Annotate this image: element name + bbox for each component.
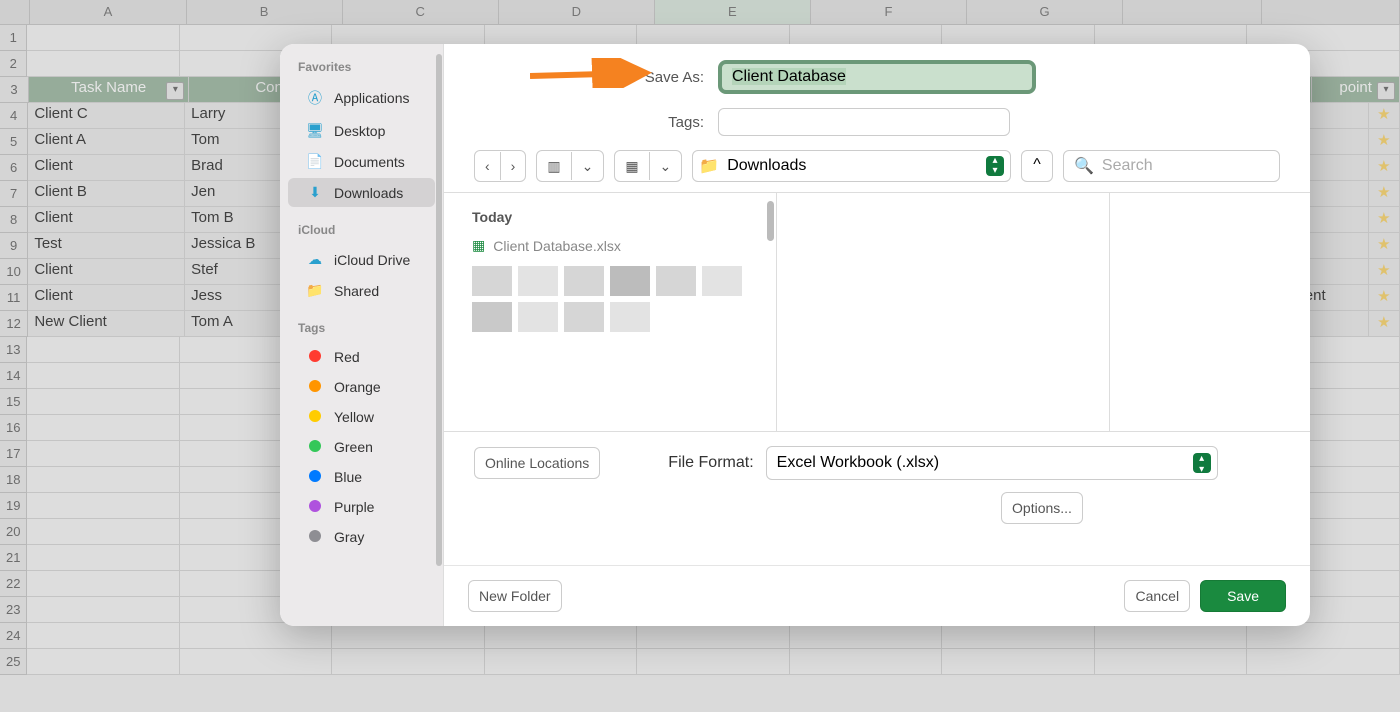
sidebar-item-purple[interactable]: Purple	[288, 493, 435, 521]
view-columns-button[interactable]: ▥ ⌄	[536, 150, 604, 182]
cancel-button[interactable]: Cancel	[1124, 580, 1190, 612]
file-format-select[interactable]: Excel Workbook (.xlsx) ▴▾	[766, 446, 1218, 480]
columns-icon: ▥	[537, 152, 570, 180]
collapse-button[interactable]: ^	[1021, 150, 1053, 182]
file-scrollbar[interactable]	[767, 201, 774, 241]
sidebar-item-label: Red	[334, 349, 360, 365]
file-detail-column	[1110, 193, 1310, 431]
options-button[interactable]: Options...	[1001, 492, 1083, 524]
sidebar-item-label: Downloads	[334, 185, 403, 201]
sidebar-item-label: iCloud Drive	[334, 252, 410, 268]
dialog-main: Save As: Client Database Tags: ‹ › ▥ ⌄ ▦…	[444, 44, 1310, 626]
tag-dot-icon	[309, 530, 321, 542]
sidebar-item-label: Gray	[334, 529, 364, 545]
tags-input[interactable]	[718, 108, 1010, 136]
file-name: Client Database.xlsx	[493, 238, 621, 254]
shared-icon: 📁	[306, 282, 324, 299]
sidebar-item-label: Documents	[334, 154, 405, 170]
tag-dot-icon	[309, 500, 321, 512]
cloud-icon: ☁	[306, 251, 324, 268]
nav-back-forward[interactable]: ‹ ›	[474, 150, 526, 182]
sidebar-group-favorites: Favorites	[280, 54, 443, 80]
file-item[interactable]: ▦ Client Database.xlsx	[460, 231, 760, 260]
tag-dot-icon	[309, 470, 321, 482]
sidebar-item-label: Desktop	[334, 123, 385, 139]
sidebar-item-applications[interactable]: Ⓐ Applications	[288, 82, 435, 114]
tag-dot-icon	[309, 350, 321, 362]
location-label: Downloads	[727, 157, 806, 175]
sidebar-item-green[interactable]: Green	[288, 433, 435, 461]
tag-dot-icon	[309, 410, 321, 422]
file-format-label: File Format:	[668, 454, 753, 472]
dialog-sidebar: Favorites Ⓐ Applications 🖥 Desktop 📄 Document…	[280, 44, 444, 626]
location-select[interactable]: 📁 Downloads ▴▾	[692, 150, 1011, 182]
sidebar-item-desktop[interactable]: 🖥 Desktop	[288, 116, 435, 145]
sidebar-item-label: Applications	[334, 90, 410, 106]
sidebar-item-blue[interactable]: Blue	[288, 463, 435, 491]
sidebar-item-shared[interactable]: 📁 Shared	[288, 276, 435, 305]
tag-dot-icon	[309, 440, 321, 452]
online-locations-button[interactable]: Online Locations	[474, 447, 600, 479]
dialog-toolbar: ‹ › ▥ ⌄ ▦ ⌄ 📁 Downloads ▴▾ ^ 🔍 Search	[474, 150, 1280, 182]
doc-icon: 📄	[306, 153, 324, 170]
sidebar-item-red[interactable]: Red	[288, 343, 435, 371]
sidebar-item-yellow[interactable]: Yellow	[288, 403, 435, 431]
sidebar-group-tags: Tags	[280, 315, 443, 341]
save-as-label: Save As:	[474, 69, 704, 86]
tags-label: Tags:	[474, 114, 704, 131]
sidebar-item-documents[interactable]: 📄 Documents	[288, 147, 435, 176]
updown-icon: ▴▾	[986, 156, 1004, 176]
new-folder-button[interactable]: New Folder	[468, 580, 562, 612]
save-as-input[interactable]: Client Database	[718, 60, 1036, 94]
xlsx-icon: ▦	[472, 237, 485, 254]
sidebar-item-label: Blue	[334, 469, 362, 485]
sidebar-item-label: Yellow	[334, 409, 374, 425]
updown-icon: ▴▾	[1193, 453, 1211, 473]
sidebar-item-icloud-drive[interactable]: ☁ iCloud Drive	[288, 245, 435, 274]
save-dialog: Favorites Ⓐ Applications 🖥 Desktop 📄 Document…	[280, 44, 1310, 626]
download-icon: ⬇	[306, 184, 324, 201]
chevron-down-icon: ⌄	[649, 152, 682, 180]
file-preview-column	[777, 193, 1110, 431]
sidebar-item-gray[interactable]: Gray	[288, 523, 435, 551]
sidebar-scrollbar[interactable]	[436, 54, 442, 566]
file-column[interactable]: Today ▦ Client Database.xlsx	[444, 193, 777, 431]
search-icon: 🔍	[1074, 156, 1094, 176]
dialog-footer: New Folder Cancel Save	[444, 565, 1310, 626]
sidebar-item-label: Shared	[334, 283, 379, 299]
sidebar-item-label: Orange	[334, 379, 381, 395]
sidebar-group-icloud: iCloud	[280, 217, 443, 243]
grid-icon: ▦	[615, 152, 648, 180]
chevron-down-icon: ⌄	[571, 152, 604, 180]
forward-icon[interactable]: ›	[500, 152, 526, 180]
sidebar-item-label: Purple	[334, 499, 374, 515]
sidebar-item-downloads[interactable]: ⬇ Downloads	[288, 178, 435, 207]
view-grid-button[interactable]: ▦ ⌄	[614, 150, 682, 182]
apps-icon: Ⓐ	[306, 88, 324, 108]
folder-icon: 📁	[699, 156, 719, 176]
tag-dot-icon	[309, 380, 321, 392]
file-section-today: Today	[460, 203, 760, 231]
obscured-files	[460, 260, 760, 338]
desktop-icon: 🖥	[306, 122, 324, 139]
sidebar-item-orange[interactable]: Orange	[288, 373, 435, 401]
save-button[interactable]: Save	[1200, 580, 1286, 612]
search-input[interactable]: 🔍 Search	[1063, 150, 1280, 182]
file-format-value: Excel Workbook (.xlsx)	[777, 454, 939, 472]
file-browser: Today ▦ Client Database.xlsx	[444, 192, 1310, 432]
back-icon[interactable]: ‹	[475, 152, 500, 180]
search-placeholder: Search	[1102, 157, 1153, 175]
sidebar-item-label: Green	[334, 439, 373, 455]
